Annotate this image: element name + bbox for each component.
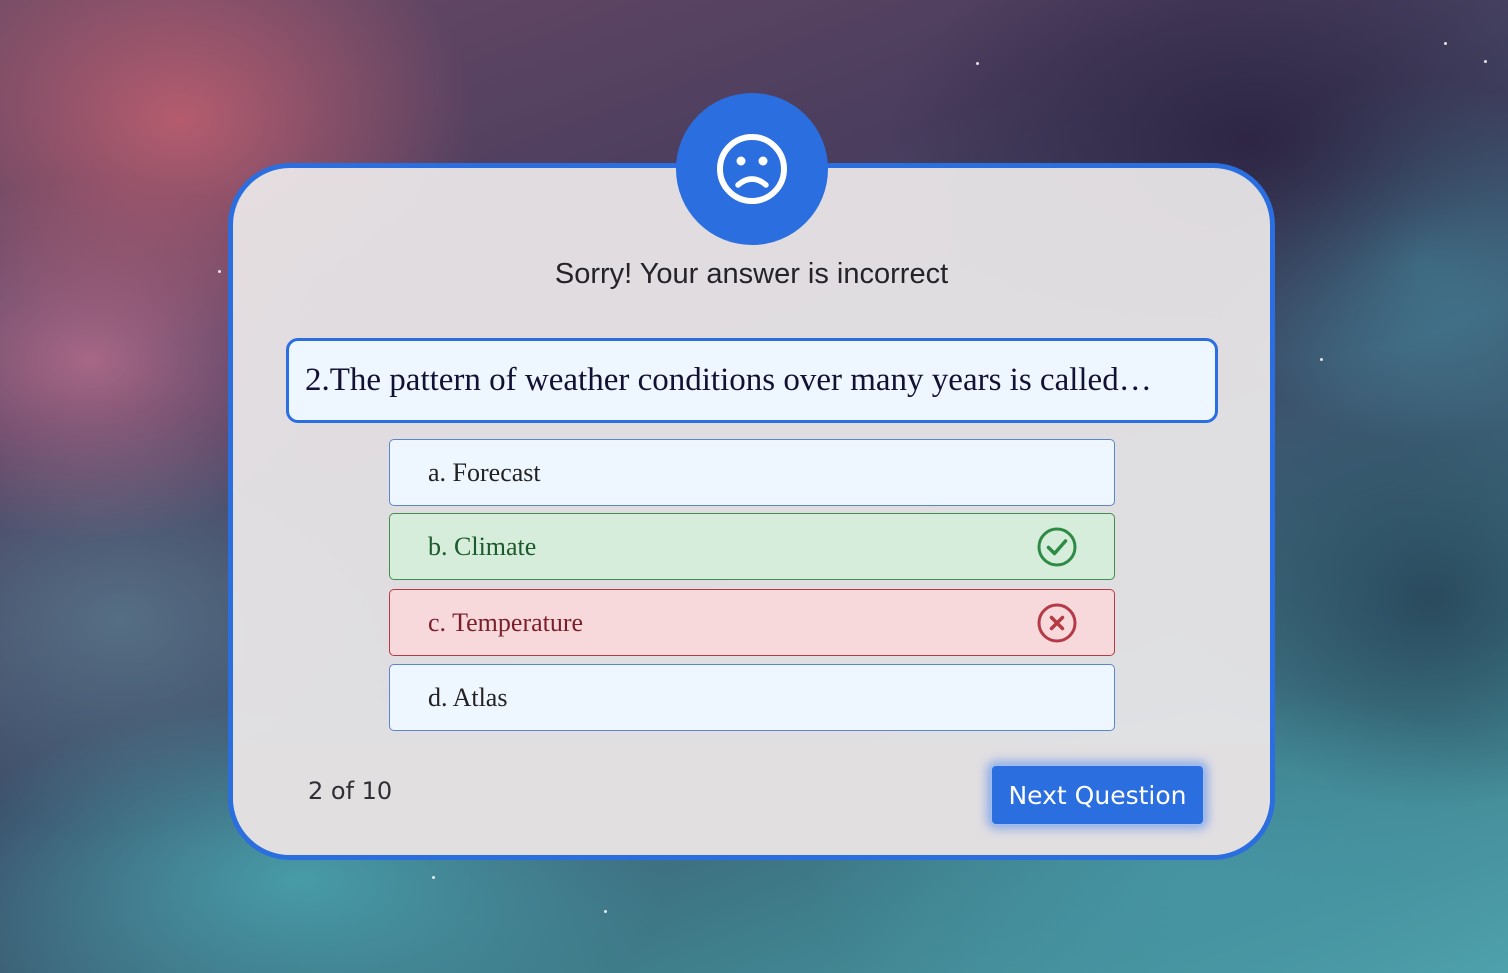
- option-label: c. Temperature: [428, 607, 584, 637]
- result-title: Sorry! Your answer is incorrect: [554, 258, 949, 290]
- quiz-footer: 2 of 10 Next Question: [233, 745, 1270, 855]
- option-label: b. Climate: [428, 531, 537, 561]
- background-star: [604, 910, 607, 913]
- question-text: 2.The pattern of weather conditions over…: [286, 338, 1218, 423]
- background-star: [432, 876, 435, 879]
- sad-face-icon: [717, 134, 787, 204]
- question-counter: 2 of 10: [308, 777, 393, 805]
- background-star: [218, 270, 221, 273]
- option-label: a. Forecast: [428, 457, 541, 487]
- background-star: [976, 62, 979, 65]
- option-a[interactable]: a. Forecast: [389, 439, 1115, 506]
- option-label: d. Atlas: [428, 682, 508, 712]
- option-b[interactable]: b. Climate: [389, 513, 1115, 580]
- check-circle-icon: [1037, 527, 1077, 566]
- option-d[interactable]: d. Atlas: [389, 664, 1115, 731]
- option-c[interactable]: c. Temperature: [389, 589, 1115, 656]
- next-question-button[interactable]: Next Question: [991, 765, 1204, 825]
- background-star: [1444, 42, 1447, 45]
- x-circle-icon: [1037, 603, 1077, 642]
- background-star: [1484, 60, 1487, 63]
- background-star: [1320, 358, 1323, 361]
- result-badge: [676, 93, 828, 245]
